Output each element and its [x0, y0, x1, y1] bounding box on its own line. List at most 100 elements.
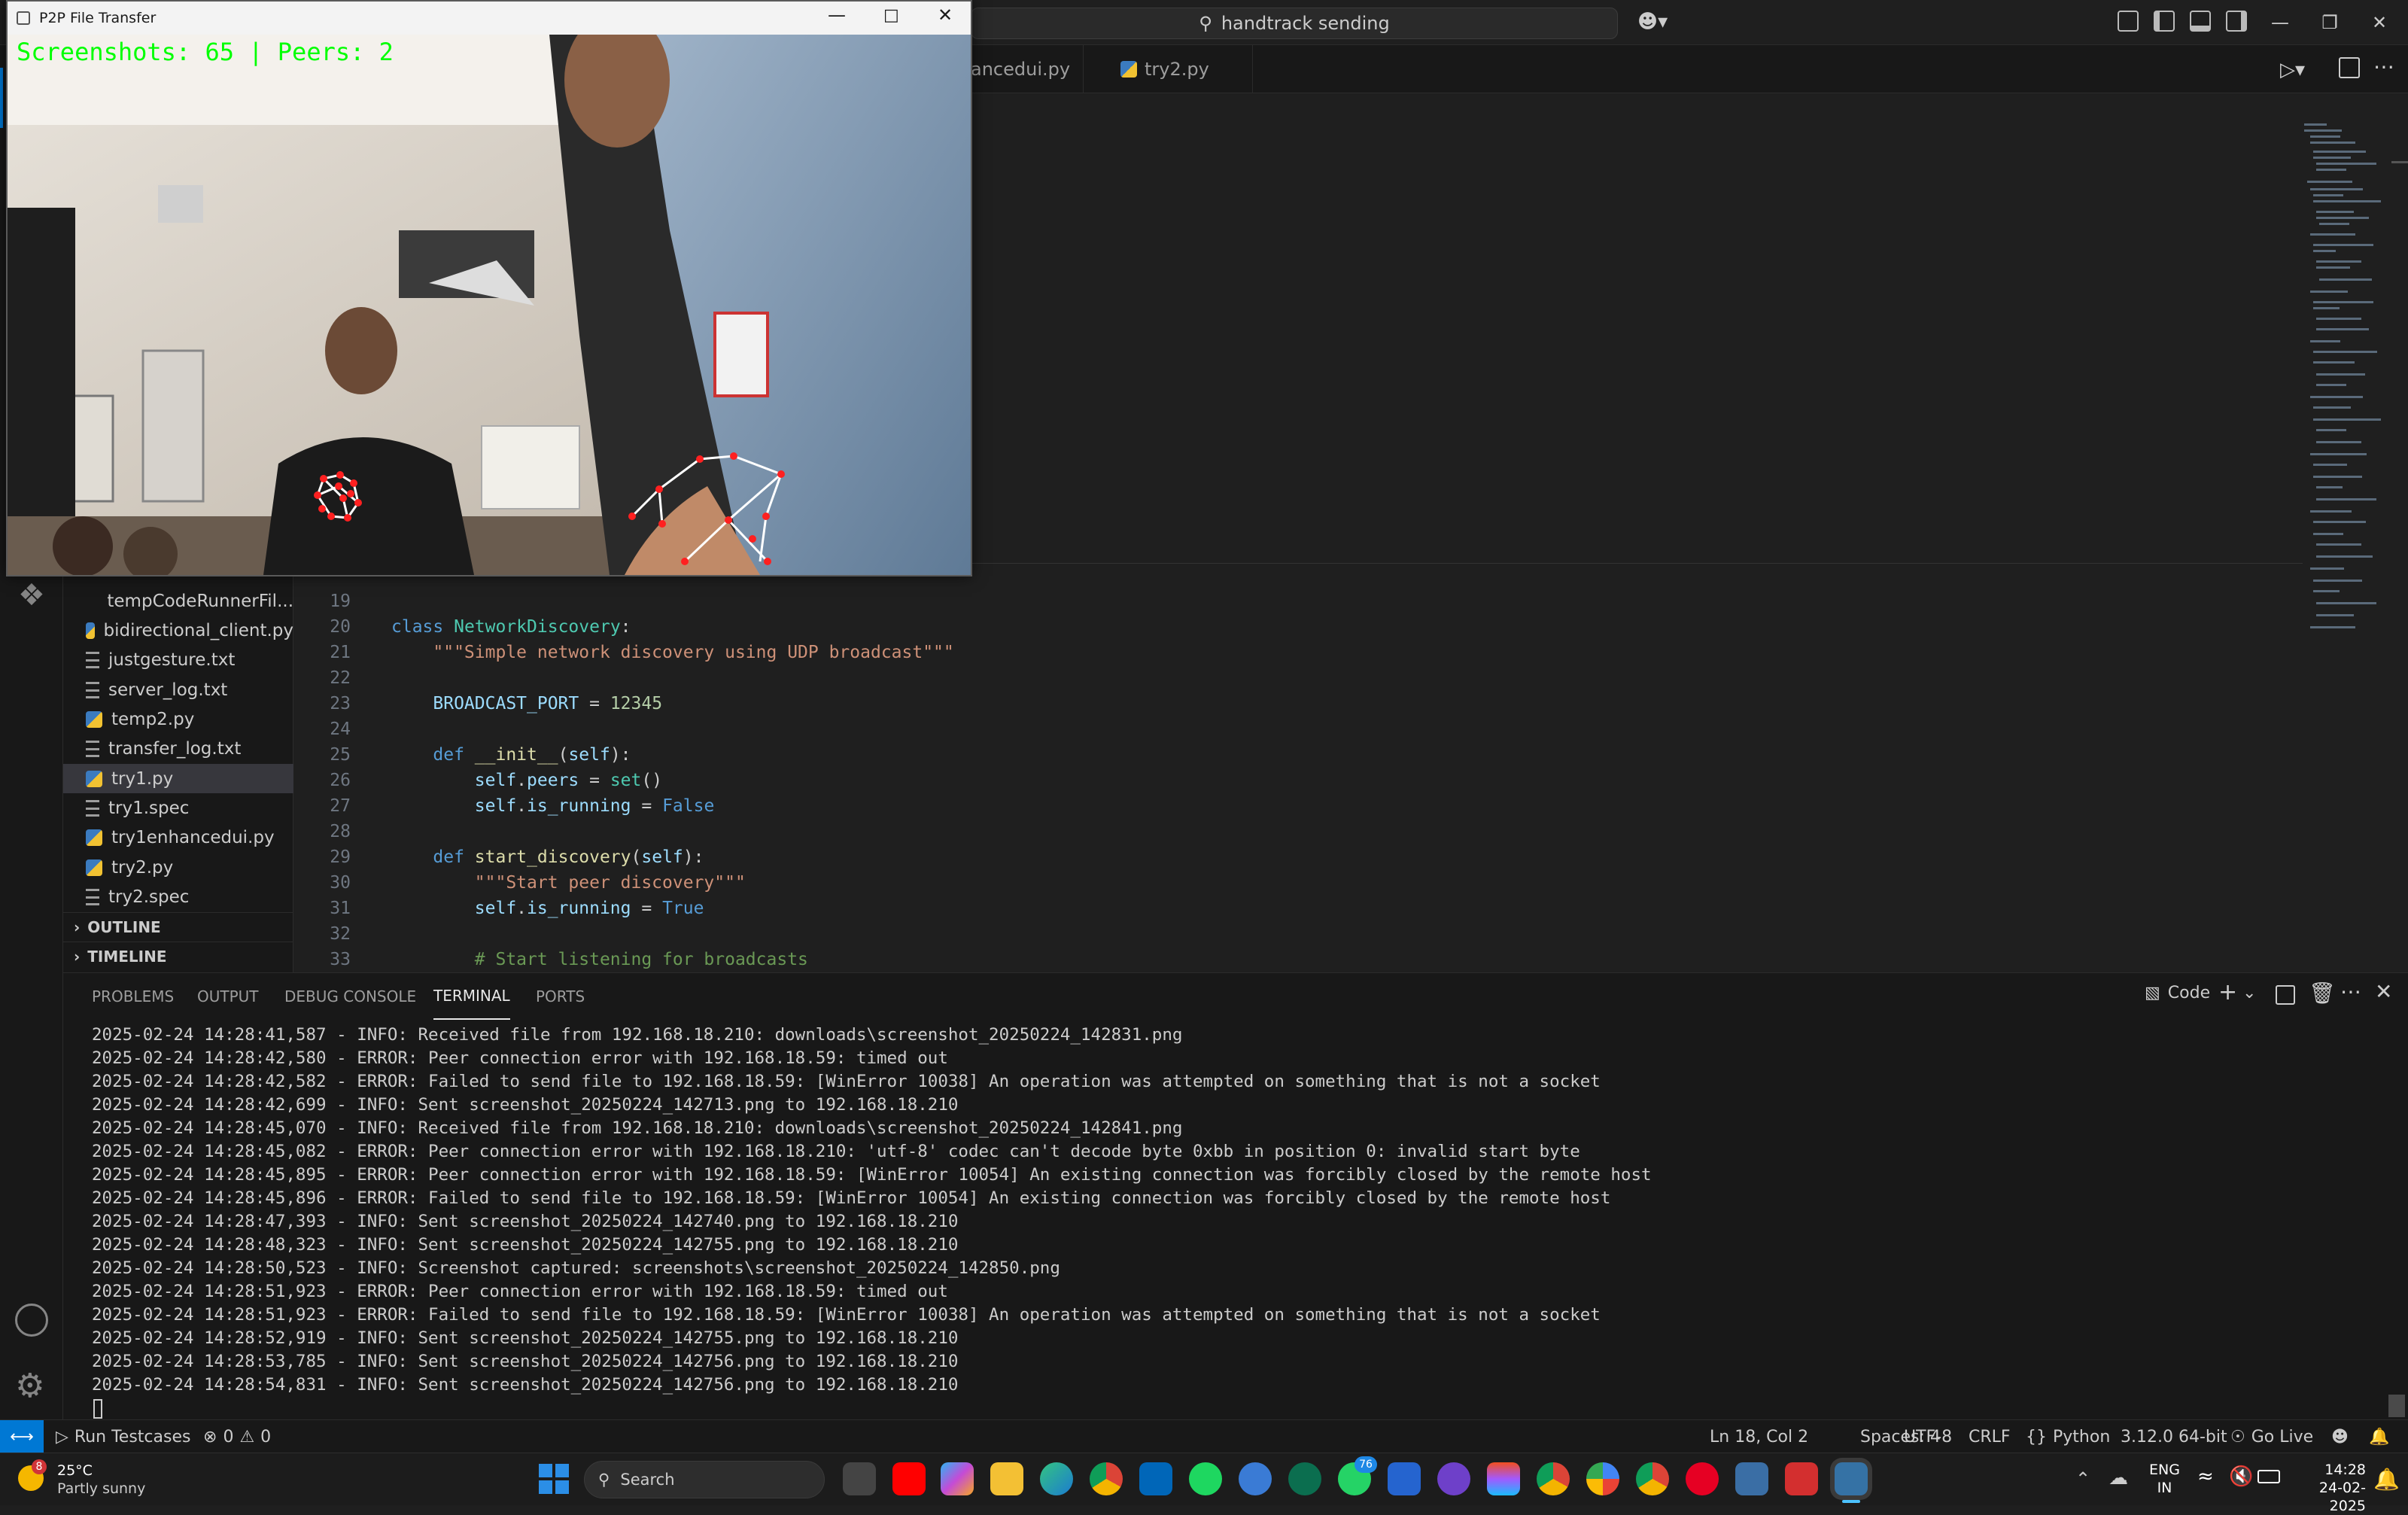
toggle-panel-icon[interactable] — [2190, 11, 2211, 32]
android-studio-icon[interactable] — [1239, 1462, 1272, 1495]
tab-label: PORTS — [536, 987, 585, 1005]
windows-start-icon[interactable] — [539, 1464, 569, 1494]
chevron-down-icon[interactable]: ⌄ — [2242, 984, 2256, 1002]
taskbar-search[interactable]: ⚲ Search — [584, 1461, 825, 1498]
copilot-app-icon[interactable] — [941, 1462, 974, 1495]
weather-widget[interactable]: 8 25°C Partly sunny — [15, 1459, 158, 1500]
encoding-status[interactable]: UTF-8 — [1904, 1420, 1952, 1453]
trash-icon[interactable]: 🗑 — [2309, 981, 2336, 1005]
onedrive-icon[interactable]: ☁ — [2109, 1467, 2128, 1489]
google-icon[interactable] — [1586, 1462, 1619, 1495]
copilot-icon[interactable]: ☻▾ — [1637, 11, 1668, 33]
p2p-file-transfer-window[interactable]: P2P File Transfer — □ ✕ — [6, 0, 972, 576]
code-line: 24 — [293, 716, 391, 742]
gear-icon[interactable]: ⚙ — [15, 1367, 44, 1405]
more-actions-icon[interactable]: ⋯ — [2373, 54, 2394, 79]
cursor-position[interactable]: Ln 18, Col 2 — [1710, 1420, 1808, 1453]
battery-icon[interactable] — [2258, 1470, 2280, 1483]
python-interpreter[interactable]: 3.12.0 64-bit — [2121, 1420, 2227, 1453]
input-language[interactable]: ENG IN — [2149, 1461, 2180, 1497]
mongodb-icon[interactable] — [1288, 1462, 1321, 1495]
explorer-item-bidirectional-client[interactable]: bidirectional_client.py — [63, 616, 293, 645]
tab-terminal[interactable]: TERMINAL — [433, 973, 510, 1020]
explorer-item-try2[interactable]: try2.py — [63, 853, 293, 882]
remote-indicator-icon[interactable]: ⟷ — [0, 1420, 44, 1453]
task-view-icon[interactable] — [843, 1462, 876, 1495]
chrome-icon[interactable] — [1090, 1462, 1123, 1495]
tab-problems[interactable]: PROBLEMS — [92, 973, 174, 1020]
python-app-icon[interactable] — [1835, 1462, 1868, 1495]
pdf-reader-icon[interactable] — [1785, 1462, 1818, 1495]
tab-output[interactable]: OUTPUT — [197, 973, 259, 1020]
customize-layout-icon[interactable] — [2118, 11, 2139, 32]
minimize-icon[interactable]: — — [828, 5, 846, 26]
minimize-icon[interactable]: — — [2258, 8, 2303, 38]
figma-icon[interactable]: ❖ — [18, 578, 45, 613]
terminal-line: 2025-02-24 14:28:52,919 - INFO: Sent scr… — [92, 1327, 958, 1350]
notifications-icon[interactable]: 🔔 — [2369, 1420, 2389, 1453]
accounts-icon[interactable] — [15, 1304, 48, 1337]
explorer-item-justgesture[interactable]: justgesture.txt — [63, 645, 293, 674]
go-live-button[interactable]: ☉Go Live — [2230, 1420, 2313, 1453]
p2p-titlebar[interactable]: P2P File Transfer — □ ✕ — [8, 2, 971, 35]
command-center[interactable]: ⚲ handtrack sending — [971, 8, 1618, 39]
timeline-section[interactable]: ›TIMELINE — [63, 942, 293, 971]
pinterest-icon[interactable] — [1686, 1462, 1719, 1495]
explorer-item-transfer-log[interactable]: transfer_log.txt — [63, 734, 293, 763]
maximize-icon[interactable]: □ — [883, 6, 899, 25]
youtube-icon[interactable] — [892, 1462, 926, 1495]
editor-tab-try2[interactable]: try2.py — [1102, 45, 1253, 93]
terminal-instance-selector[interactable]: ▧ Code — [2145, 984, 2210, 1002]
tab-label: DEBUG CONSOLE — [284, 987, 416, 1005]
split-terminal-icon[interactable] — [2276, 985, 2295, 1005]
tab-ports[interactable]: PORTS — [536, 973, 585, 1020]
editor-tab-ancedui[interactable]: ancedui.py — [971, 45, 1084, 93]
clock[interactable]: 14:28 24-02-2025 — [2288, 1461, 2366, 1515]
run-python-icon[interactable]: ▷▾ — [2280, 59, 2305, 81]
chrome-profile-icon[interactable] — [1537, 1462, 1570, 1495]
close-icon[interactable]: ✕ — [2357, 8, 2402, 38]
explorer-item-try1enhancedui[interactable]: try1enhancedui.py — [63, 823, 293, 852]
explorer-item-try2-spec[interactable]: try2.spec — [63, 882, 293, 911]
toggle-secondary-sidebar-icon[interactable] — [2226, 11, 2247, 32]
split-editor-icon[interactable] — [2339, 57, 2360, 78]
run-testcases-button[interactable]: ▷Run Testcases — [56, 1420, 190, 1453]
vscode-icon[interactable] — [1139, 1462, 1172, 1495]
new-terminal-icon[interactable]: + — [2218, 979, 2237, 1005]
terminal-line: 2025-02-24 14:28:42,699 - INFO: Sent scr… — [92, 1094, 958, 1117]
chrome-work-icon[interactable] — [1636, 1462, 1669, 1495]
language-mode[interactable]: {}Python — [2026, 1420, 2110, 1453]
notification-bell-icon[interactable]: 🔔 — [2373, 1467, 2400, 1492]
problems-status[interactable]: ⊗0 ⚠0 — [203, 1420, 271, 1453]
terminal-scrollbar[interactable] — [2388, 1395, 2405, 1417]
tab-debug-console[interactable]: DEBUG CONSOLE — [284, 973, 416, 1020]
show-hidden-icons[interactable]: ⌃ — [2075, 1468, 2090, 1489]
edge-icon[interactable] — [1040, 1462, 1073, 1495]
eol-status[interactable]: CRLF — [1969, 1420, 2011, 1453]
store-icon[interactable] — [1735, 1462, 1768, 1495]
explorer-item-temp2[interactable]: temp2.py — [63, 704, 293, 734]
copilot-status-icon[interactable]: ☻ — [2331, 1420, 2349, 1453]
file-explorer-icon[interactable] — [990, 1462, 1023, 1495]
wifi-icon[interactable]: ≈ — [2197, 1465, 2214, 1488]
scrollbar-thumb[interactable] — [2391, 161, 2408, 163]
minimap[interactable] — [2303, 120, 2385, 662]
spotify-icon[interactable] — [1189, 1462, 1222, 1495]
figma-app-icon[interactable] — [1487, 1462, 1520, 1495]
close-icon[interactable]: ✕ — [938, 5, 953, 26]
more-actions-icon[interactable]: ⋯ — [2340, 979, 2361, 1004]
explorer-item-try1[interactable]: try1.py — [63, 764, 293, 793]
explorer-item-tempcoderunner[interactable]: tempCodeRunnerFil... — [63, 586, 293, 616]
volume-muted-icon[interactable]: 🔇 — [2229, 1465, 2253, 1488]
explorer-item-server-log[interactable]: server_log.txt — [63, 675, 293, 704]
restore-icon[interactable]: ❐ — [2307, 8, 2352, 38]
terminal-cursor — [93, 1399, 102, 1419]
tab-label: PROBLEMS — [92, 987, 174, 1005]
todo-icon[interactable] — [1388, 1462, 1421, 1495]
explorer-item-try1-spec[interactable]: try1.spec — [63, 793, 293, 823]
toggle-primary-sidebar-icon[interactable] — [2154, 11, 2175, 32]
outline-section[interactable]: ›OUTLINE — [63, 912, 293, 942]
github-icon[interactable] — [1437, 1462, 1470, 1495]
code-text: self.is_running = True — [354, 899, 704, 918]
close-panel-icon[interactable]: ✕ — [2375, 979, 2392, 1004]
